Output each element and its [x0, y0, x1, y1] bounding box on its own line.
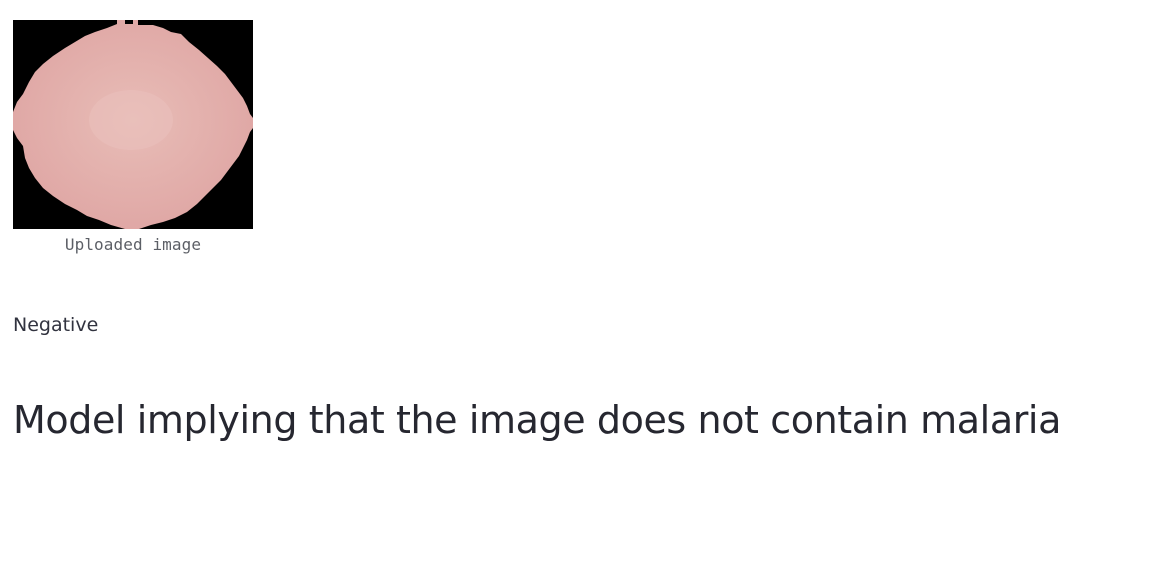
- uploaded-cell-image: [13, 20, 253, 229]
- cell-pale-center: [89, 90, 173, 150]
- uploaded-image-container: Uploaded image: [13, 20, 253, 254]
- image-caption: Uploaded image: [64, 235, 202, 254]
- prediction-message: Model implying that the image does not c…: [13, 398, 1061, 442]
- prediction-label: Negative: [13, 314, 99, 336]
